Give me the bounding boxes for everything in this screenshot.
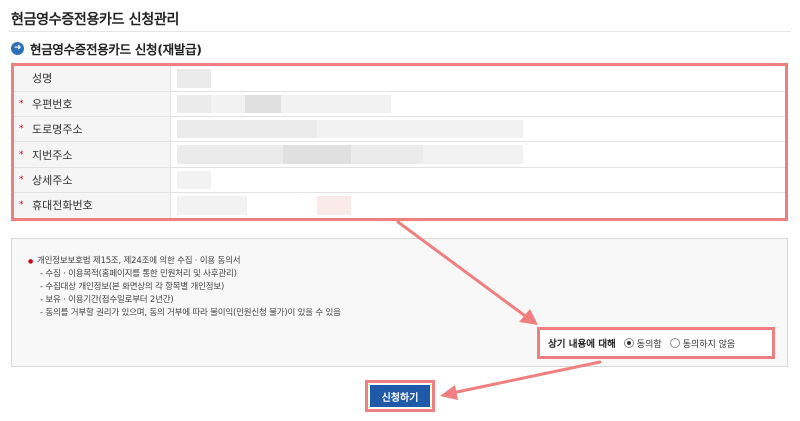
consent-agreement: 상기 내용에 대해 동의함 동의하지 않음: [537, 327, 775, 359]
lot-address-field[interactable]: [170, 141, 785, 168]
redacted-block: [422, 145, 523, 164]
form-row-name: 성명: [14, 66, 785, 92]
redacted-block: [244, 94, 281, 114]
road-address-field[interactable]: [170, 116, 785, 143]
redacted-block: [176, 195, 247, 215]
section-title-text: 현금영수증전용카드 신청(재발급): [30, 42, 202, 57]
submit-button[interactable]: 신청하기: [370, 385, 430, 407]
postcode-field[interactable]: [170, 91, 785, 118]
section-title: ➜ 현금영수증전용카드 신청(재발급): [11, 39, 202, 58]
arrow-circle-icon: ➜: [11, 42, 24, 55]
required-mark: *: [19, 200, 24, 211]
label-mobile: * 휴대전화번호: [14, 192, 171, 218]
label-lot-address: * 지번주소: [14, 141, 171, 168]
label-postcode: * 우편번호: [14, 91, 171, 118]
title-divider: [8, 31, 791, 32]
redacted-block: [210, 94, 245, 114]
label-name: 성명: [14, 66, 171, 92]
form-row-lot-address: * 지번주소: [14, 141, 785, 168]
page-title: 현금영수증전용카드 신청관리: [11, 12, 180, 28]
required-mark: *: [19, 174, 24, 185]
application-form: 성명 * 우편번호 * 도로명주소 * 지번주소 * 상세주소 * 휴대전화번호: [11, 63, 788, 221]
required-mark: *: [19, 149, 24, 160]
disagree-radio-label[interactable]: 동의하지 않음: [683, 337, 736, 350]
redacted-block: [176, 170, 211, 189]
bullet-icon: ●: [28, 258, 34, 265]
form-row-detail-address: * 상세주소: [14, 167, 785, 193]
redacted-block: [176, 69, 211, 88]
submit-highlight: 신청하기: [365, 380, 435, 412]
redacted-block: [350, 145, 423, 164]
consent-heading: 개인정보보호법 제15조, 제24조에 의한 수집 · 이용 동의서: [37, 256, 241, 266]
redacted-block: [316, 195, 351, 215]
agree-radio[interactable]: [623, 338, 634, 348]
redacted-block: [316, 120, 423, 139]
name-field[interactable]: [170, 66, 785, 92]
form-row-postcode: * 우편번호: [14, 91, 785, 118]
redacted-block: [176, 94, 211, 114]
consent-item: - 수집대상 개인정보(본 화면상의 각 항목별 개인정보): [40, 282, 225, 292]
redacted-block: [422, 120, 523, 139]
agreement-label: 상기 내용에 대해: [548, 339, 616, 350]
detail-address-field[interactable]: [170, 167, 785, 193]
arrow-head-icon: [440, 385, 458, 400]
redacted-block: [280, 94, 391, 114]
consent-item: - 동의를 거부할 권리가 있으며, 동의 거부에 따라 불이익(민원신청 불가…: [40, 308, 341, 318]
disagree-radio[interactable]: [669, 338, 680, 348]
form-row-road-address: * 도로명주소: [14, 116, 785, 143]
label-road-address: * 도로명주소: [14, 116, 171, 143]
redacted-block: [176, 145, 283, 164]
consent-text: ● 개인정보보호법 제15조, 제24조에 의한 수집 · 이용 동의서 - 수집…: [28, 255, 341, 320]
redacted-block: [176, 120, 317, 139]
mobile-field[interactable]: [170, 192, 785, 218]
agree-radio-label[interactable]: 동의함: [637, 337, 662, 350]
consent-item: - 수집 · 이용목적(홈페이지를 통한 민원처리 및 사후관리): [40, 269, 237, 279]
form-table: 성명 * 우편번호 * 도로명주소 * 지번주소 * 상세주소 * 휴대전화번호: [14, 66, 785, 218]
form-row-mobile: * 휴대전화번호: [14, 192, 785, 218]
redacted-block: [282, 145, 351, 164]
required-mark: *: [19, 98, 24, 109]
required-mark: *: [19, 124, 24, 135]
label-detail-address: * 상세주소: [14, 167, 171, 193]
consent-item: - 보유 · 이용기간(접수일로부터 2년간): [40, 295, 174, 305]
